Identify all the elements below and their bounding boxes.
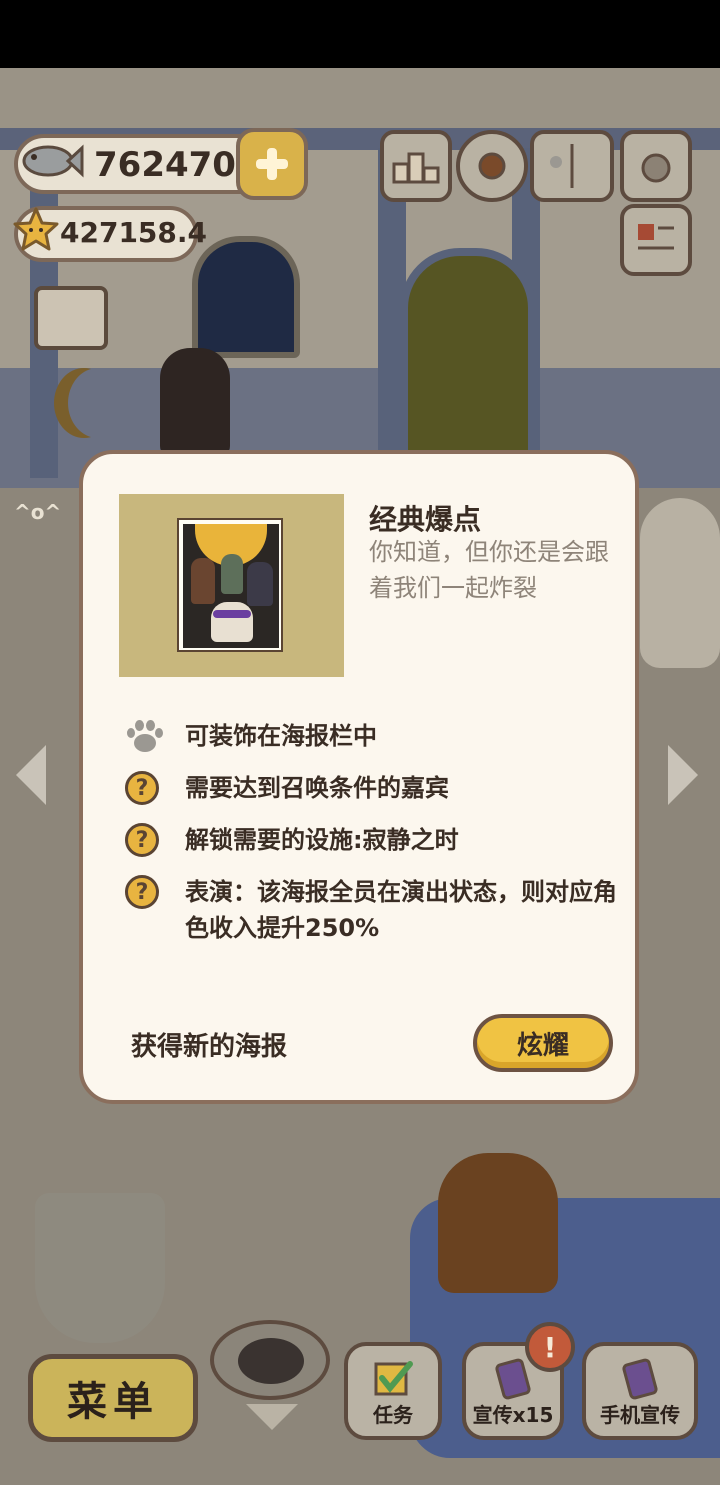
info-row-text: 需要达到召唤条件的嘉宾 [185, 774, 449, 802]
phone-promo-label: 手机宣传 [600, 1403, 680, 1427]
star-currency-display: 427158.4 [13, 206, 207, 262]
poster-detail-dialog: 经典爆点 你知道，但你还是会跟着我们一起炸裂 可装饰在海报栏中 ? 需要达到召唤… [79, 450, 639, 1104]
info-row-text: 可装饰在海报栏中 [185, 722, 377, 750]
fish-icon [22, 144, 84, 178]
star-amount: 427158.4 [60, 216, 208, 249]
task-label: 任务 [373, 1403, 413, 1427]
poster-description: 你知道，但你还是会跟着我们一起炸裂 [369, 538, 609, 602]
leaderboard-icon[interactable] [380, 130, 452, 202]
plate-decoration [210, 1320, 330, 1400]
camera-icon[interactable] [620, 130, 692, 202]
chevron-down-icon[interactable] [246, 1404, 298, 1430]
flyer-icon [495, 1358, 531, 1400]
status-bar [0, 0, 720, 68]
question-icon[interactable]: ? [125, 823, 159, 857]
next-arrow-button[interactable] [668, 745, 698, 805]
star-icon [13, 207, 59, 251]
info-row-performance: ? 表演：该海报全员在演出状态，则对应角色收入提升250% [125, 874, 625, 946]
info-row-facility: ? 解锁需要的设施:寂静之时 [125, 822, 625, 862]
question-icon[interactable]: ? [125, 875, 159, 909]
poster-preview-frame [119, 494, 344, 677]
add-currency-button[interactable] [236, 128, 308, 200]
flower-vase-decoration [35, 1193, 165, 1343]
newspaper-icon[interactable] [620, 204, 692, 276]
settings-gear-icon[interactable] [456, 130, 528, 202]
phone-flyer-icon [622, 1358, 658, 1400]
oven-decoration [438, 1153, 558, 1293]
checkbox-icon [374, 1361, 413, 1396]
show-off-button[interactable]: 炫耀 [473, 1014, 613, 1072]
info-row-condition: ? 需要达到召唤条件的嘉宾 [125, 770, 625, 810]
phone-promo-button[interactable]: 手机宣传 [582, 1342, 698, 1440]
question-icon[interactable]: ? [125, 771, 159, 805]
catalog-book-icon[interactable] [530, 130, 614, 202]
white-cat-character [640, 498, 720, 668]
alert-badge: ! [525, 1322, 575, 1372]
previous-arrow-button[interactable] [16, 745, 46, 805]
background-sign-text: ^o^ [14, 500, 62, 524]
poster-image [177, 518, 283, 652]
task-button[interactable]: 任务 [344, 1342, 442, 1440]
shop-icon[interactable] [34, 286, 108, 350]
info-row-decoration: 可装饰在海报栏中 [125, 718, 625, 754]
new-poster-label: 获得新的海报 [131, 1032, 288, 1062]
background-window [192, 236, 300, 358]
black-cat-character [160, 348, 230, 458]
info-row-text: 表演：该海报全员在演出状态，则对应角色收入提升250% [185, 878, 617, 942]
promo-label: 宣传x15 [472, 1403, 554, 1427]
moon-decoration [68, 368, 128, 438]
poster-title: 经典爆点 [369, 503, 482, 536]
menu-button[interactable]: 菜单 [28, 1354, 198, 1442]
info-row-text: 解锁需要的设施:寂静之时 [185, 826, 459, 854]
paw-icon [125, 718, 165, 754]
